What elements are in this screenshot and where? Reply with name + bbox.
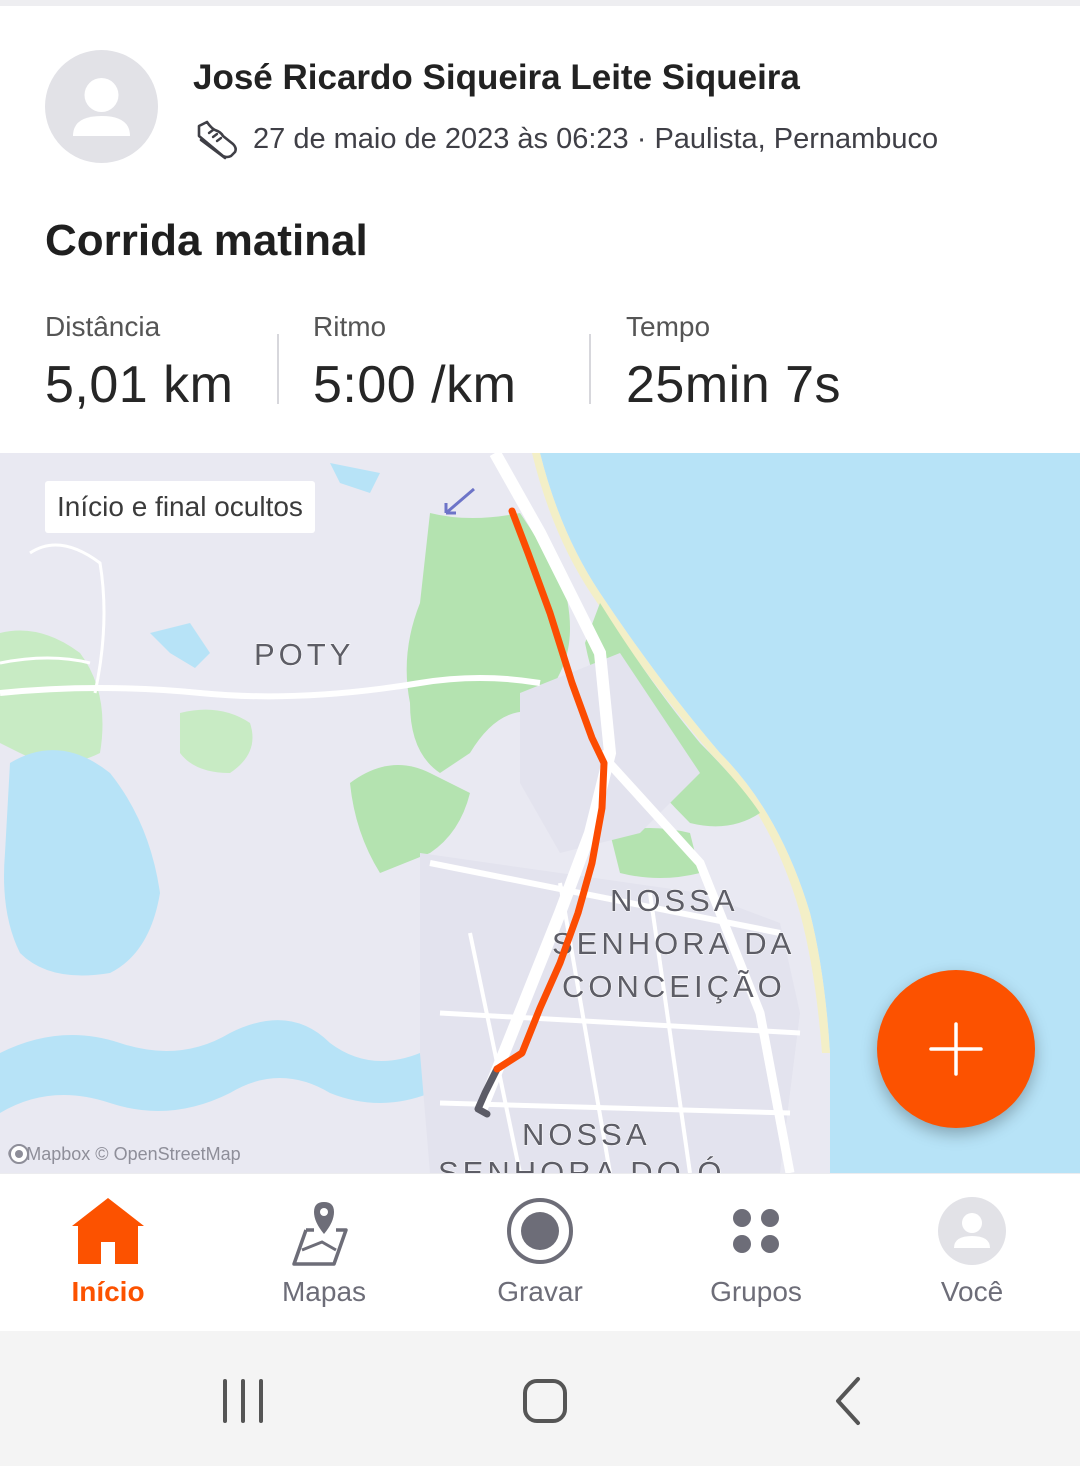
map-pin-icon <box>292 1202 348 1266</box>
map-place-label: SENHORA DA <box>552 926 795 961</box>
map-attribution[interactable]: © Mapbox © OpenStreetMap <box>8 1143 241 1165</box>
activity-title[interactable]: Corrida matinal <box>45 216 368 266</box>
tab-gravar[interactable]: Gravar <box>432 1174 648 1332</box>
stat-distance: Distância 5,01 km <box>45 311 233 415</box>
stat-time: Tempo 25min 7s <box>626 311 841 415</box>
tab-mapas[interactable]: Mapas <box>216 1174 432 1332</box>
stat-time-label: Tempo <box>626 311 711 342</box>
home-button-icon <box>523 1379 567 1423</box>
mapbox-logo-icon <box>9 1144 29 1164</box>
stat-pace-value: 5:00 /km <box>313 356 517 414</box>
tab-label: Início <box>71 1276 145 1307</box>
stat-divider <box>589 334 591 404</box>
system-navigation-bar <box>0 1331 1080 1466</box>
tab-label: Você <box>940 1276 1004 1307</box>
back-icon <box>836 1377 860 1425</box>
groups-icon <box>733 1209 779 1253</box>
tab-label: Grupos <box>710 1276 802 1307</box>
privacy-badge: Início e final ocultos <box>45 481 315 533</box>
tab-label: Gravar <box>497 1276 583 1307</box>
map-place-label: SENHORA DO Ó <box>438 1155 725 1173</box>
home-button[interactable] <box>495 1371 595 1431</box>
profile-icon <box>938 1197 1006 1265</box>
recent-apps-icon <box>223 1379 263 1423</box>
map-place-label: POTY <box>254 637 354 672</box>
bottom-tab-bar: Início Mapas Gravar Grupos Você <box>0 1173 1080 1331</box>
activity-date-location: 27 de maio de 2023 às 06:23 · Paulista, … <box>253 122 939 155</box>
map-place-label: NOSSA <box>610 883 739 918</box>
stat-time-value: 25min 7s <box>626 356 841 414</box>
back-button[interactable] <box>798 1371 898 1431</box>
plus-icon <box>929 1022 983 1076</box>
map-place-label: CONCEIÇÃO <box>562 969 786 1004</box>
add-button[interactable] <box>877 970 1035 1128</box>
map-attribution-text: © Mapbox © OpenStreetMap <box>8 1143 241 1164</box>
stat-distance-label: Distância <box>45 311 161 342</box>
stat-pace: Ritmo 5:00 /km <box>313 311 516 415</box>
tab-label: Mapas <box>281 1276 367 1307</box>
tab-inicio[interactable]: Início <box>0 1174 216 1332</box>
athlete-name[interactable]: José Ricardo Siqueira Leite Siqueira <box>193 58 800 98</box>
tab-grupos[interactable]: Grupos <box>648 1174 864 1332</box>
recent-apps-button[interactable] <box>193 1371 293 1431</box>
athlete-avatar[interactable] <box>45 50 158 163</box>
avatar-person-icon <box>73 78 130 136</box>
map-place-label: NOSSA <box>522 1117 651 1152</box>
record-icon <box>507 1198 573 1264</box>
running-shoe-icon <box>197 120 237 160</box>
stat-pace-label: Ritmo <box>313 311 387 342</box>
tab-voce[interactable]: Você <box>864 1174 1080 1332</box>
stat-distance-value: 5,01 km <box>45 356 234 414</box>
activity-meta-row: 27 de maio de 2023 às 06:23 · Paulista, … <box>193 114 938 164</box>
activity-header: José Ricardo Siqueira Leite Siqueira 27 … <box>0 6 1080 453</box>
stat-divider <box>277 334 279 404</box>
home-icon <box>72 1198 144 1264</box>
